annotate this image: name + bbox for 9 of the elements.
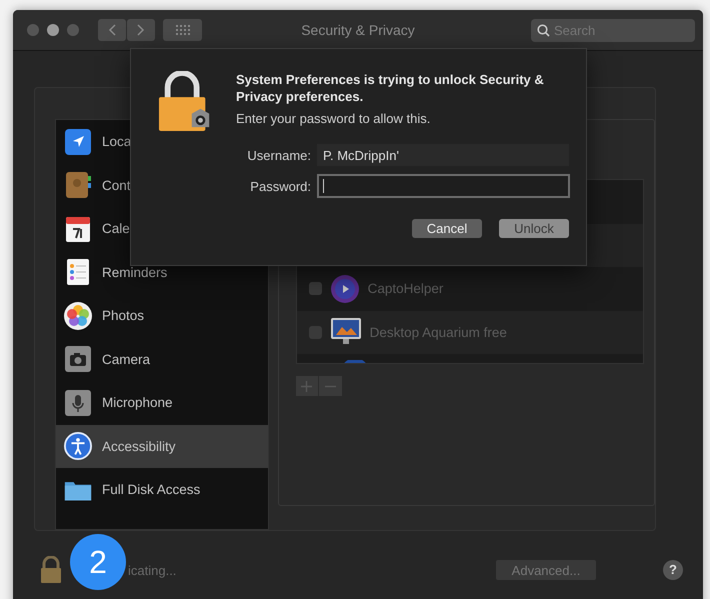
status-text: icating... [128, 562, 176, 578]
dialog-message: Enter your password to allow this. [236, 111, 432, 126]
dialog-heading: System Preferences is trying to unlock Security & Privacy preferences. [236, 71, 545, 105]
app-name: Desktop Aquarium free [370, 324, 507, 340]
field-label: Username: [246, 148, 311, 162]
field-label: Password: [249, 178, 311, 194]
window-title: Security & Privacy [301, 22, 415, 38]
app-name: CaptoHelper [368, 281, 444, 296]
step-number: 2 [89, 544, 107, 580]
